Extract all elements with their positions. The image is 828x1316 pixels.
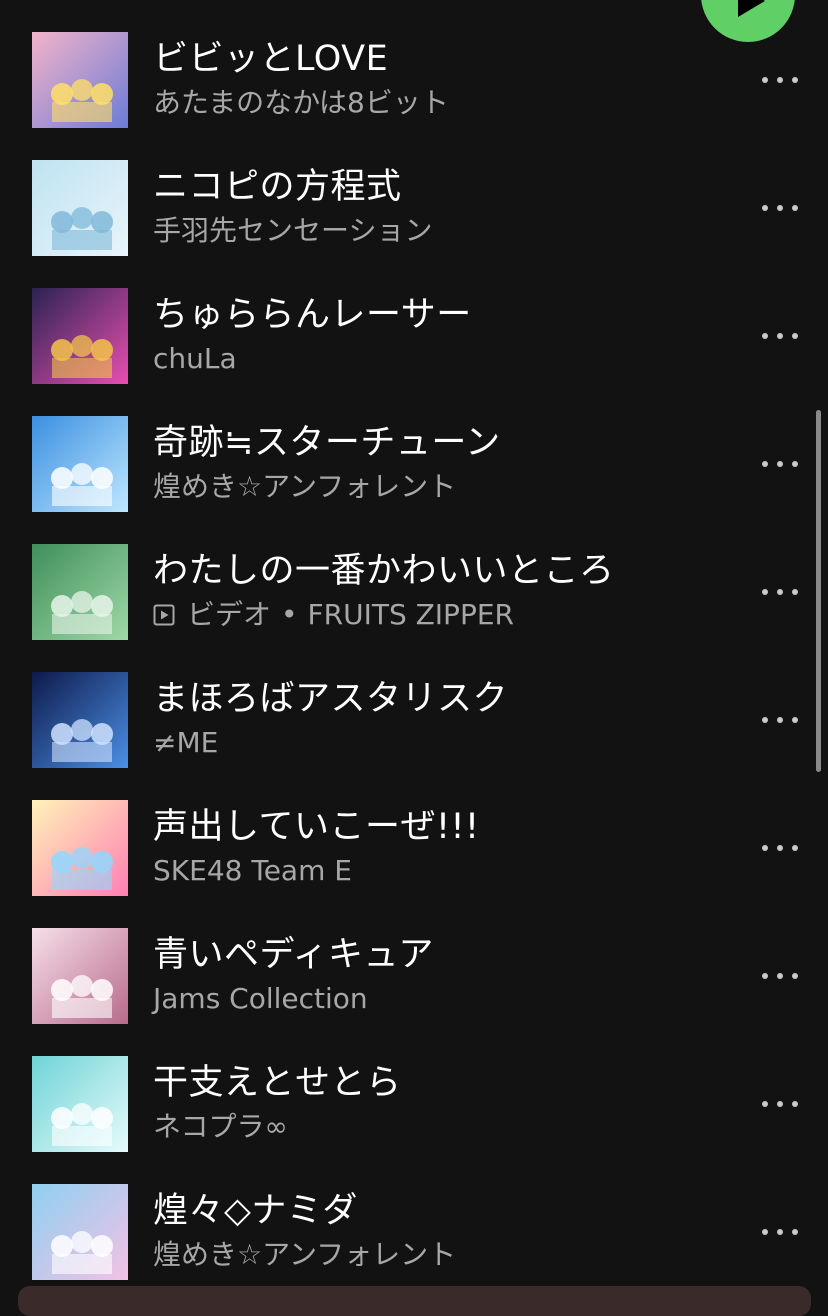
track-row[interactable]: 声出していこーぜ!!! SKE48 Team E <box>0 784 828 912</box>
album-art <box>32 544 128 640</box>
track-title: 奇跡≒スターチューン <box>153 423 501 463</box>
track-subtitle: ネコプラ∞ <box>153 1110 288 1144</box>
track-row[interactable]: ビビッとLOVE あたまのなかは8ビット <box>0 16 828 144</box>
track-artist: FRUITS ZIPPER <box>307 598 514 631</box>
album-art <box>32 160 128 256</box>
more-options-icon[interactable] <box>762 72 798 88</box>
more-options-icon[interactable] <box>762 712 798 728</box>
separator-dot: • <box>281 598 298 631</box>
album-art <box>32 1056 128 1152</box>
track-title: 干支えとせとら <box>153 1063 402 1103</box>
track-subtitle: chuLa <box>153 342 237 376</box>
album-art <box>32 672 128 768</box>
track-row[interactable]: ちゅららんレーサー chuLa <box>0 272 828 400</box>
track-artist: Jams Collection <box>153 982 368 1015</box>
album-art <box>32 32 128 128</box>
track-subtitle: 手羽先センセーション <box>153 214 432 248</box>
track-list: ビビッとLOVE あたまのなかは8ビット ニコピの方程式 手羽先センセーション … <box>0 16 828 1296</box>
track-type-label: ビデオ <box>187 598 272 631</box>
track-artist: 煌めき☆アンフォレント <box>153 1238 457 1271</box>
more-options-icon[interactable] <box>762 968 798 984</box>
video-icon <box>153 604 175 626</box>
track-subtitle: SKE48 Team E <box>153 854 352 888</box>
track-subtitle: 煌めき☆アンフォレント <box>153 470 456 504</box>
track-title: ビビッとLOVE <box>153 39 389 79</box>
track-artist: chuLa <box>153 342 237 375</box>
track-subtitle: 煌めき☆アンフォレント <box>153 1238 456 1272</box>
more-options-icon[interactable] <box>762 1096 798 1112</box>
more-options-icon[interactable] <box>762 456 798 472</box>
track-artist: ネコプラ∞ <box>153 1110 288 1143</box>
album-art <box>32 416 128 512</box>
track-title: ちゅららんレーサー <box>153 295 472 335</box>
more-options-icon[interactable] <box>762 584 798 600</box>
track-row[interactable]: ニコピの方程式 手羽先センセーション <box>0 144 828 272</box>
more-options-icon[interactable] <box>762 1224 798 1240</box>
track-artist: SKE48 Team E <box>153 854 352 887</box>
track-title: まほろばアスタリスク <box>153 679 509 719</box>
track-row[interactable]: 煌々◇ナミダ 煌めき☆アンフォレント <box>0 1168 828 1296</box>
track-artist: あたまのなかは8ビット <box>153 86 449 119</box>
track-subtitle: ≠ME <box>153 726 218 760</box>
track-row[interactable]: わたしの一番かわいいところ ビデオ • FRUITS ZIPPER <box>0 528 828 656</box>
more-options-icon[interactable] <box>762 200 798 216</box>
now-playing-bar[interactable] <box>18 1286 811 1316</box>
track-row[interactable]: 奇跡≒スターチューン 煌めき☆アンフォレント <box>0 400 828 528</box>
track-artist: ≠ME <box>153 726 219 759</box>
album-art <box>32 800 128 896</box>
track-artist: 煌めき☆アンフォレント <box>153 470 457 503</box>
track-subtitle: ビデオ • FRUITS ZIPPER <box>153 598 514 632</box>
album-art <box>32 928 128 1024</box>
more-options-icon[interactable] <box>762 328 798 344</box>
track-title: 煌々◇ナミダ <box>153 1191 358 1231</box>
track-row[interactable]: 青いペディキュア Jams Collection <box>0 912 828 1040</box>
track-row[interactable]: まほろばアスタリスク ≠ME <box>0 656 828 784</box>
album-art <box>32 1184 128 1280</box>
track-row[interactable]: 干支えとせとら ネコプラ∞ <box>0 1040 828 1168</box>
album-art <box>32 288 128 384</box>
track-subtitle: Jams Collection <box>153 982 368 1016</box>
more-options-icon[interactable] <box>762 840 798 856</box>
track-title: ニコピの方程式 <box>153 167 402 207</box>
track-artist: 手羽先センセーション <box>153 214 433 247</box>
scrollbar[interactable] <box>816 410 821 772</box>
track-subtitle: あたまのなかは8ビット <box>153 86 449 120</box>
track-title: 声出していこーぜ!!! <box>153 807 480 847</box>
track-title: 青いペディキュア <box>153 935 434 975</box>
track-title: わたしの一番かわいいところ <box>153 551 615 591</box>
